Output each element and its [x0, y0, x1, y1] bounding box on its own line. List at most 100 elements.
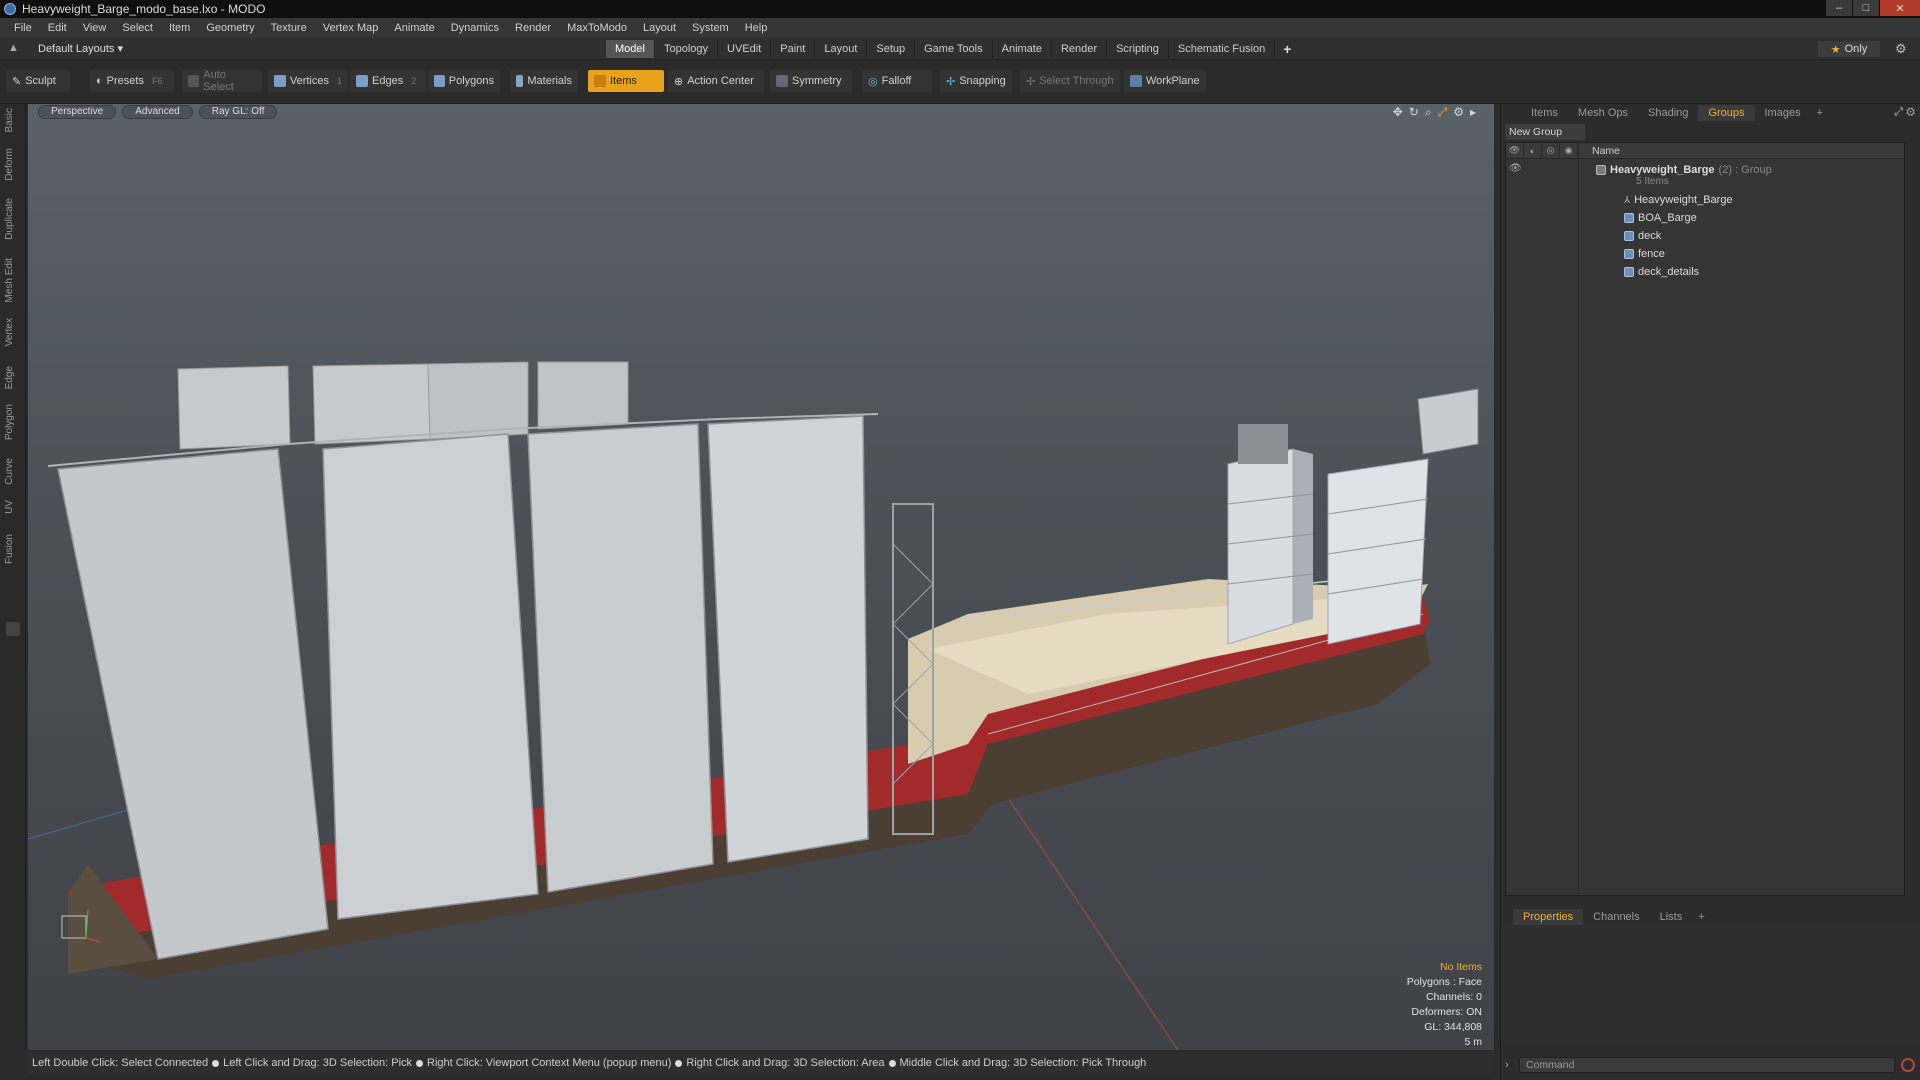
- menu-maxtomodo[interactable]: MaxToModo: [559, 22, 635, 34]
- auto-select-button[interactable]: Auto Select: [182, 69, 262, 93]
- zoom-icon[interactable]: ⌕: [1425, 105, 1432, 120]
- tab-channels[interactable]: Channels: [1583, 909, 1649, 925]
- viewport-settings-icon[interactable]: ⚙: [1453, 105, 1464, 120]
- tab-images[interactable]: Images: [1755, 105, 1811, 121]
- vtab-basic[interactable]: Basic: [4, 108, 20, 132]
- menu-select[interactable]: Select: [114, 22, 161, 34]
- tab-schematic-fusion[interactable]: Schematic Fusion: [1169, 40, 1276, 58]
- render-column-icon[interactable]: ◐: [1524, 142, 1542, 159]
- perspective-chip[interactable]: Perspective: [38, 105, 117, 119]
- only-button[interactable]: ★ Only: [1818, 41, 1880, 57]
- tab-shading[interactable]: Shading: [1638, 105, 1698, 121]
- child-label: deck: [1624, 230, 1661, 242]
- menu-item[interactable]: Item: [161, 22, 198, 34]
- close-button[interactable]: ✕: [1880, 0, 1920, 16]
- 3d-viewport[interactable]: Perspective Advanced Ray GL: Off ✥ ↻ ⌕ ⤢…: [28, 104, 1494, 1050]
- rotate-icon[interactable]: ↻: [1409, 105, 1419, 120]
- tab-scripting[interactable]: Scripting: [1107, 40, 1169, 58]
- fit-icon[interactable]: ⤢: [1438, 105, 1448, 120]
- tab-mesh-ops[interactable]: Mesh Ops: [1568, 105, 1638, 121]
- expand-icon[interactable]: ▸: [1470, 105, 1476, 120]
- pin-icon[interactable]: ▲: [8, 42, 19, 54]
- tab-uvedit[interactable]: UVEdit: [718, 40, 772, 58]
- menu-animate[interactable]: Animate: [386, 22, 442, 34]
- tab-topology[interactable]: Topology: [655, 40, 719, 58]
- menu-system[interactable]: System: [684, 22, 737, 34]
- vtab-mesh-edit[interactable]: Mesh Edit: [4, 258, 20, 302]
- add-panel-tab-button[interactable]: +: [1811, 107, 1829, 119]
- command-input[interactable]: Command: [1519, 1057, 1895, 1073]
- layout-tabs: Model Topology UVEdit Paint Layout Setup…: [606, 40, 1299, 58]
- falloff-button[interactable]: ◎ Falloff: [862, 70, 932, 92]
- lock-column-icon[interactable]: ◎: [1542, 142, 1560, 159]
- vtab-curve[interactable]: Curve: [4, 458, 20, 485]
- window-title: Heavyweight_Barge_modo_base.lxo - MODO: [22, 2, 266, 16]
- new-group-button[interactable]: New Group: [1505, 124, 1585, 140]
- list-item[interactable]: deck: [1506, 227, 1904, 245]
- menu-edit[interactable]: Edit: [40, 22, 75, 34]
- tab-game-tools[interactable]: Game Tools: [915, 40, 993, 58]
- pan-icon[interactable]: ✥: [1393, 105, 1403, 120]
- items-button[interactable]: Items: [588, 70, 664, 92]
- vtab-duplicate[interactable]: Duplicate: [4, 198, 20, 240]
- add-layout-tab-button[interactable]: +: [1275, 40, 1299, 58]
- modo-app-icon: [4, 3, 16, 15]
- symmetry-button[interactable]: Symmetry: [770, 70, 852, 92]
- vtab-edge[interactable]: Edge: [4, 366, 20, 389]
- vtab-deform[interactable]: Deform: [4, 148, 20, 181]
- menu-geometry[interactable]: Geometry: [198, 22, 262, 34]
- snapping-button[interactable]: ✢ Snapping: [940, 70, 1012, 92]
- record-icon[interactable]: [1901, 1058, 1915, 1072]
- name-column-header[interactable]: Name: [1578, 145, 1620, 157]
- list-item[interactable]: ⅄ Heavyweight_Barge: [1506, 191, 1904, 209]
- tab-lists[interactable]: Lists: [1650, 909, 1693, 925]
- tab-groups[interactable]: Groups: [1698, 105, 1755, 121]
- edges-button[interactable]: Edges 2: [350, 70, 426, 92]
- menu-render[interactable]: Render: [507, 22, 559, 34]
- gear-icon[interactable]: ⚙: [1895, 41, 1907, 57]
- menu-layout[interactable]: Layout: [635, 22, 684, 34]
- advanced-chip[interactable]: Advanced: [122, 105, 193, 119]
- maximize-button[interactable]: □: [1853, 0, 1879, 16]
- vtab-uv[interactable]: UV: [4, 500, 20, 514]
- visibility-column-icon[interactable]: 👁: [1506, 142, 1524, 159]
- select-column-icon[interactable]: ◉: [1560, 142, 1578, 159]
- list-item[interactable]: fence: [1506, 245, 1904, 263]
- raygl-chip[interactable]: Ray GL: Off: [198, 105, 278, 119]
- tab-setup[interactable]: Setup: [867, 40, 916, 58]
- vtab-vertex[interactable]: Vertex: [4, 318, 20, 346]
- vtab-fusion[interactable]: Fusion: [4, 534, 20, 564]
- menu-vertex-map[interactable]: Vertex Map: [315, 22, 387, 34]
- materials-button[interactable]: Materials: [510, 70, 578, 92]
- toggle-toolbox-button[interactable]: [6, 622, 20, 636]
- add-properties-tab-button[interactable]: +: [1692, 911, 1710, 923]
- select-through-button[interactable]: ✢ Select Through: [1020, 70, 1120, 92]
- tab-items[interactable]: Items: [1521, 105, 1568, 121]
- menu-help[interactable]: Help: [737, 22, 776, 34]
- polygons-button[interactable]: Polygons: [428, 70, 500, 92]
- panel-options-icons[interactable]: ⤢ ⚙: [1894, 106, 1915, 119]
- menu-dynamics[interactable]: Dynamics: [443, 22, 507, 34]
- list-item[interactable]: BOA_Barge: [1506, 209, 1904, 227]
- vtab-polygon[interactable]: Polygon: [4, 404, 20, 440]
- tab-animate[interactable]: Animate: [993, 40, 1052, 58]
- menu-file[interactable]: File: [6, 22, 40, 34]
- vertices-button[interactable]: Vertices 1: [268, 70, 348, 92]
- tab-model[interactable]: Model: [606, 40, 655, 58]
- tab-layout[interactable]: Layout: [815, 40, 868, 58]
- workplane-button[interactable]: WorkPlane: [1124, 70, 1206, 92]
- menu-texture[interactable]: Texture: [263, 22, 315, 34]
- tab-paint[interactable]: Paint: [771, 40, 816, 58]
- tab-render[interactable]: Render: [1052, 40, 1108, 58]
- channels-info: Channels: 0: [1425, 991, 1482, 1003]
- layouts-dropdown[interactable]: Default Layouts ▾: [38, 42, 123, 55]
- action-center-button[interactable]: ⊕ Action Center: [668, 70, 764, 92]
- eye-icon[interactable]: 👁: [1509, 163, 1522, 174]
- presets-button[interactable]: ◐ Presets F6: [90, 70, 174, 92]
- sculpt-button[interactable]: ✎ Sculpt: [6, 70, 70, 92]
- menu-view[interactable]: View: [75, 22, 115, 34]
- tool-bar: ✎ Sculpt ◐ Presets F6 Auto Select Vertic…: [0, 60, 1920, 104]
- tab-properties[interactable]: Properties: [1513, 909, 1584, 925]
- list-item[interactable]: deck_details: [1506, 263, 1904, 281]
- minimize-button[interactable]: –: [1826, 0, 1852, 16]
